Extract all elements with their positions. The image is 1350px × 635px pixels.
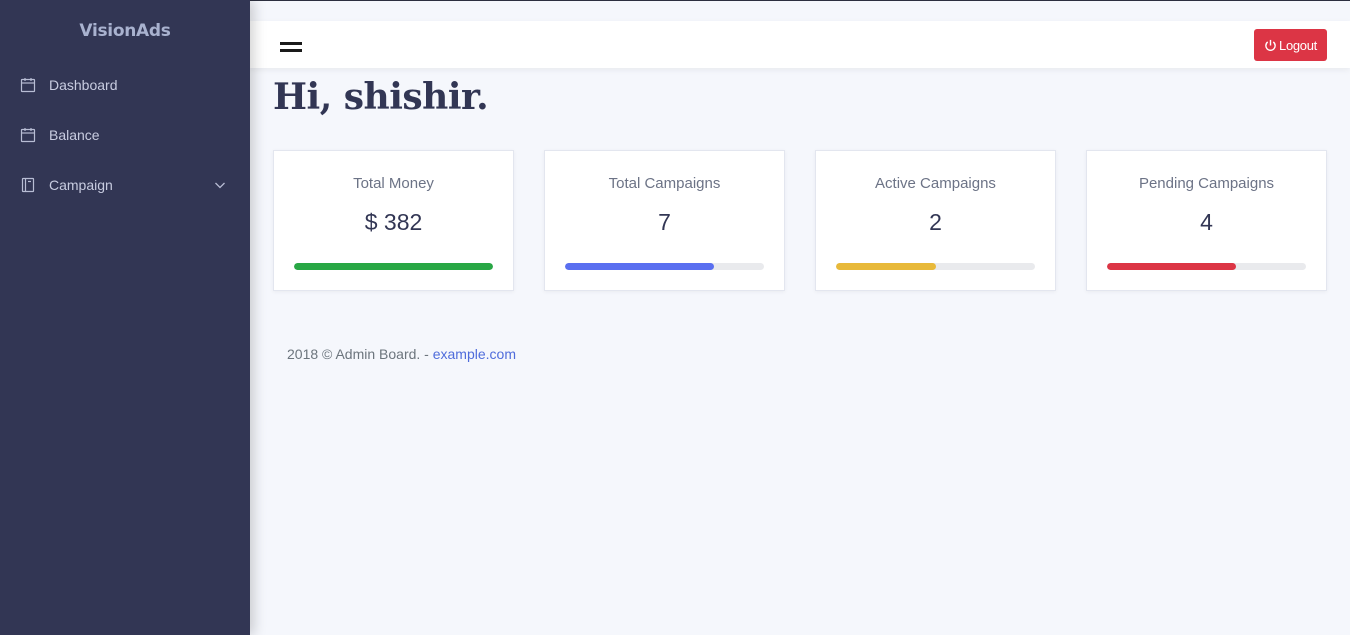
stat-card-active-campaigns: Active Campaigns 2 (815, 150, 1056, 291)
progress-bar (1107, 263, 1306, 270)
stat-value: 2 (929, 209, 942, 235)
calendar-icon (20, 77, 36, 93)
progress-fill (565, 263, 715, 270)
progress-fill (294, 263, 493, 270)
page-title: Hi, shishir. (273, 76, 489, 118)
greeting-suffix: . (476, 76, 489, 118)
sidebar: VisionAds Dashboard Balance Campaign (0, 0, 250, 635)
footer: 2018 © Admin Board. - example.com (287, 346, 516, 362)
sidebar-item-dashboard[interactable]: Dashboard (0, 60, 250, 110)
chevron-down-icon[interactable] (214, 178, 226, 190)
hamburger-icon[interactable] (280, 42, 302, 54)
footer-link[interactable]: example.com (433, 346, 516, 362)
brand-logo[interactable]: VisionAds (0, 0, 250, 62)
stat-card-pending-campaigns: Pending Campaigns 4 (1086, 150, 1327, 291)
greeting-prefix: Hi, (273, 76, 344, 118)
sidebar-item-label: Campaign (49, 177, 113, 193)
sidebar-item-campaign[interactable]: Campaign (0, 160, 250, 210)
sidebar-item-balance[interactable]: Balance (0, 110, 250, 160)
sidebar-nav: Dashboard Balance Campaign (0, 60, 250, 210)
logout-label: Logout (1279, 37, 1317, 53)
footer-text: 2018 © Admin Board. - (287, 346, 433, 362)
progress-bar (565, 263, 764, 270)
power-icon (1265, 39, 1276, 51)
stat-label: Total Money (353, 175, 434, 192)
logout-button[interactable]: Logout (1254, 29, 1327, 61)
progress-bar (294, 263, 493, 270)
progress-fill (1107, 263, 1237, 270)
book-icon (20, 177, 36, 193)
stat-value: 7 (658, 209, 671, 235)
stat-value: $ 382 (364, 209, 423, 235)
stat-label: Total Campaigns (608, 175, 721, 192)
stat-value: 4 (1200, 209, 1213, 235)
stat-card-total-campaigns: Total Campaigns 7 (544, 150, 785, 291)
stat-label: Pending Campaigns (1138, 175, 1275, 192)
calendar-icon (20, 127, 36, 143)
sidebar-item-label: Dashboard (49, 77, 118, 93)
progress-bar (836, 263, 1035, 270)
username: shishir (343, 76, 477, 118)
stat-label: Active Campaigns (875, 175, 996, 192)
top-border (250, 0, 1350, 1)
sidebar-item-label: Balance (49, 127, 100, 143)
top-navbar: Logout (250, 21, 1350, 68)
progress-fill (836, 263, 936, 270)
stat-card-total-money: Total Money $ 382 (273, 150, 514, 291)
